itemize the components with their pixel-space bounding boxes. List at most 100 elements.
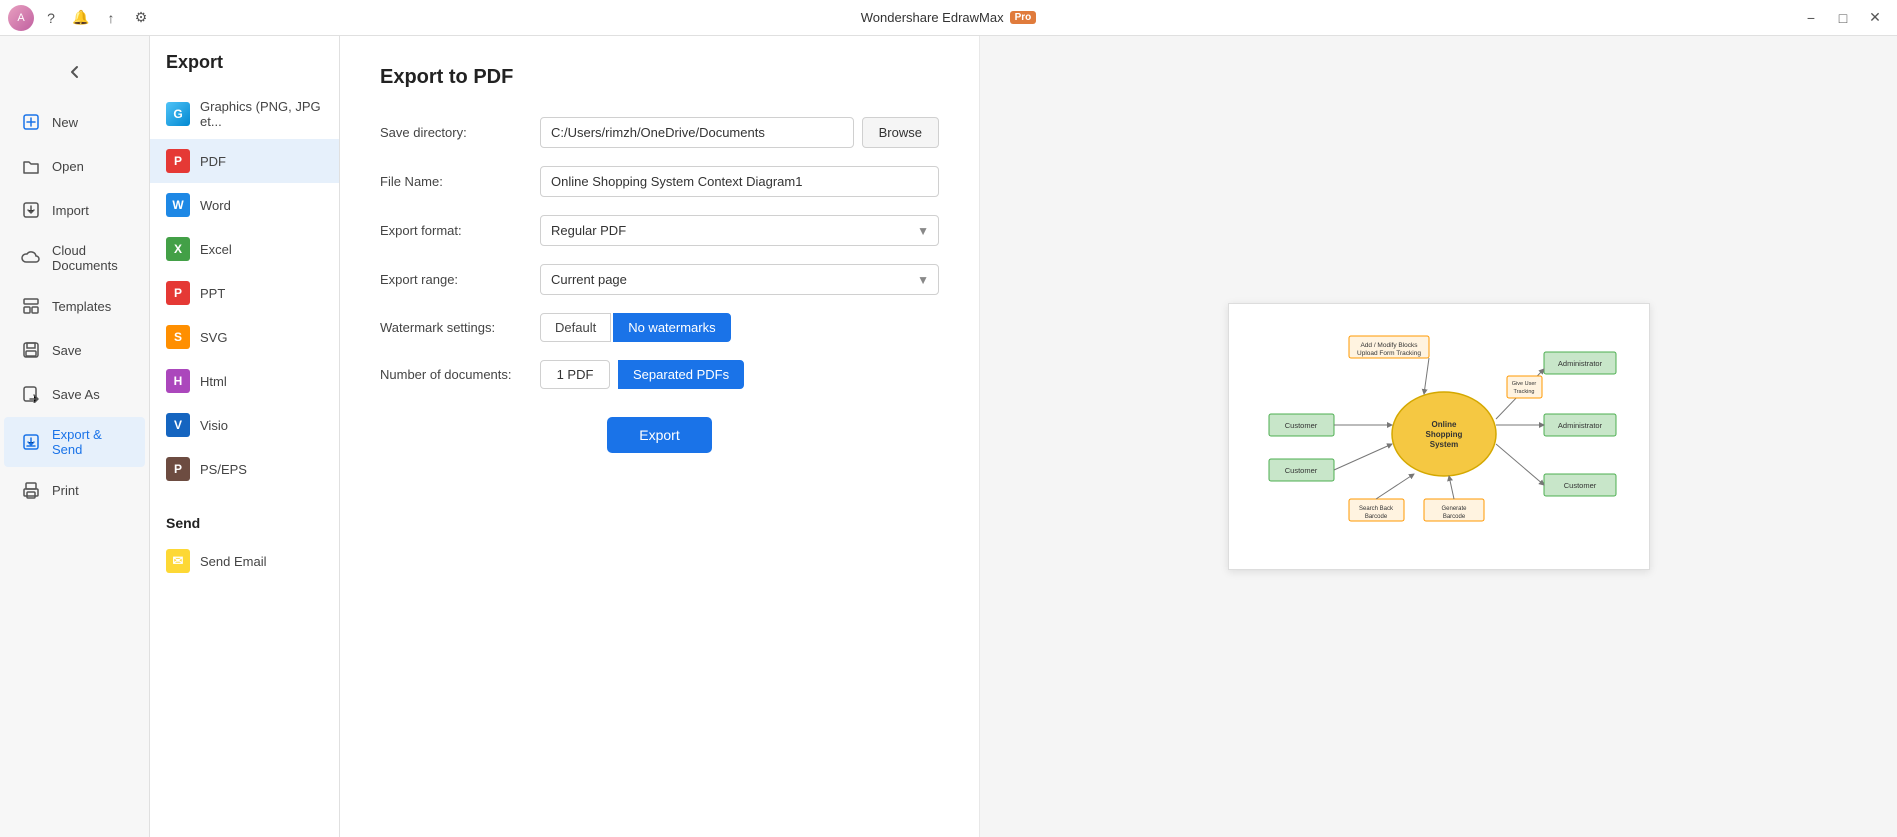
save-directory-row: Save directory: Browse <box>380 117 939 148</box>
export-item-email-label: Send Email <box>200 554 266 569</box>
html-icon: H <box>166 369 190 393</box>
back-button[interactable] <box>55 52 95 92</box>
maximize-button[interactable]: □ <box>1829 4 1857 32</box>
svg-text:Barcode: Barcode <box>1364 514 1387 520</box>
watermark-label: Watermark settings: <box>380 320 540 335</box>
save-directory-field: Browse <box>540 117 939 148</box>
export-item-svg[interactable]: S SVG <box>150 315 339 359</box>
svg-text:Customer: Customer <box>1563 481 1596 490</box>
browse-button[interactable]: Browse <box>862 117 939 148</box>
sidebar-item-cloud-label: Cloud Documents <box>52 243 129 273</box>
avatar: A <box>8 5 34 31</box>
svg-text:Shopping: Shopping <box>1425 430 1462 439</box>
email-icon: ✉ <box>166 549 190 573</box>
export-icon <box>20 431 42 453</box>
graphics-icon: G <box>166 102 190 126</box>
form-panel: Export to PDF Save directory: Browse Fil… <box>340 36 980 837</box>
export-format-row: Export format: Regular PDFPDF/A ▼ <box>380 215 939 246</box>
export-format-field: Regular PDFPDF/A ▼ <box>540 215 939 246</box>
preview-container: Online Shopping System Customer Customer… <box>1228 303 1650 570</box>
export-range-label: Export range: <box>380 272 540 287</box>
sidebar-item-open[interactable]: Open <box>4 145 145 187</box>
ppt-icon: P <box>166 281 190 305</box>
export-item-pdf[interactable]: P PDF <box>150 139 339 183</box>
sidebar-item-export-label: Export & Send <box>52 427 129 457</box>
new-icon <box>20 111 42 133</box>
export-format-label: Export format: <box>380 223 540 238</box>
svg-text:Administrator: Administrator <box>1557 421 1602 430</box>
save-icon <box>20 339 42 361</box>
sidebar-item-new[interactable]: New <box>4 101 145 143</box>
export-list-panel: Export G Graphics (PNG, JPG et... P PDF … <box>150 36 340 837</box>
sidebar-item-templates[interactable]: Templates <box>4 285 145 327</box>
svg-icon: S <box>166 325 190 349</box>
sidebar-item-cloud[interactable]: Cloud Documents <box>4 233 145 283</box>
file-name-input[interactable] <box>540 166 939 197</box>
pseps-icon: P <box>166 457 190 481</box>
visio-icon: V <box>166 413 190 437</box>
doc-count-input[interactable] <box>540 360 610 389</box>
pro-badge: Pro <box>1010 11 1037 24</box>
form-title: Export to PDF <box>380 66 939 89</box>
close-button[interactable]: ✕ <box>1861 4 1889 32</box>
sidebar-item-export[interactable]: Export & Send <box>4 417 145 467</box>
sidebar-item-save-as[interactable]: Save As <box>4 373 145 415</box>
export-item-pseps-label: PS/EPS <box>200 462 247 477</box>
export-range-select[interactable]: Current pageAll pagesCustom <box>540 264 939 295</box>
pdf-icon: P <box>166 149 190 173</box>
open-icon <box>20 155 42 177</box>
titlebar-left: A ? 🔔 ↑ ⚙ <box>8 0 152 35</box>
export-item-email[interactable]: ✉ Send Email <box>150 539 339 583</box>
titlebar-title: Wondershare EdrawMax Pro <box>861 10 1037 25</box>
watermark-default-btn[interactable]: Default <box>540 313 611 342</box>
window-controls: − □ ✕ <box>1797 0 1889 35</box>
save-as-icon <box>20 383 42 405</box>
sidebar-item-save[interactable]: Save <box>4 329 145 371</box>
export-item-html[interactable]: H Html <box>150 359 339 403</box>
export-panel-title: Export <box>150 52 339 89</box>
sidebar-item-print-label: Print <box>52 483 79 498</box>
share-icon[interactable]: ↑ <box>100 7 122 29</box>
content-area: Export to PDF Save directory: Browse Fil… <box>340 36 1897 837</box>
svg-text:Administrator: Administrator <box>1557 359 1602 368</box>
svg-text:Add / Modify Blocks: Add / Modify Blocks <box>1360 342 1418 349</box>
export-item-graphics-label: Graphics (PNG, JPG et... <box>200 99 323 129</box>
doc-separated-btn[interactable]: Separated PDFs <box>618 360 744 389</box>
export-button[interactable]: Export <box>607 417 711 453</box>
export-item-visio[interactable]: V Visio <box>150 403 339 447</box>
notification-icon[interactable]: 🔔 <box>70 7 92 29</box>
svg-text:Upload Form Tracking: Upload Form Tracking <box>1357 350 1421 357</box>
help-icon[interactable]: ? <box>40 7 62 29</box>
doc-count-wrapper: Separated PDFs <box>540 360 939 389</box>
export-item-excel-label: Excel <box>200 242 232 257</box>
export-format-select[interactable]: Regular PDFPDF/A <box>540 215 939 246</box>
sidebar-item-print[interactable]: Print <box>4 469 145 511</box>
export-item-ppt[interactable]: P PPT <box>150 271 339 315</box>
svg-text:System: System <box>1429 440 1457 449</box>
svg-text:Give User: Give User <box>1511 381 1536 387</box>
svg-text:Generate: Generate <box>1441 506 1467 512</box>
export-item-word[interactable]: W Word <box>150 183 339 227</box>
export-item-excel[interactable]: X Excel <box>150 227 339 271</box>
svg-text:Tracking: Tracking <box>1513 389 1534 395</box>
save-directory-input[interactable] <box>540 117 854 148</box>
excel-icon: X <box>166 237 190 261</box>
templates-icon <box>20 295 42 317</box>
settings-icon[interactable]: ⚙ <box>130 7 152 29</box>
sidebar-item-import[interactable]: Import <box>4 189 145 231</box>
minimize-button[interactable]: − <box>1797 4 1825 32</box>
export-item-pseps[interactable]: P PS/EPS <box>150 447 339 491</box>
doc-count-field: Separated PDFs <box>540 360 939 389</box>
word-icon: W <box>166 193 190 217</box>
export-item-pdf-label: PDF <box>200 154 226 169</box>
sidebar-item-save-as-label: Save As <box>52 387 100 402</box>
file-name-label: File Name: <box>380 174 540 189</box>
watermark-field: Default No watermarks <box>540 313 939 342</box>
send-section-title: Send <box>150 499 339 539</box>
sidebar-item-open-label: Open <box>52 159 84 174</box>
cloud-icon <box>20 247 42 269</box>
svg-text:Customer: Customer <box>1284 466 1317 475</box>
watermark-no-btn[interactable]: No watermarks <box>613 313 730 342</box>
export-item-graphics[interactable]: G Graphics (PNG, JPG et... <box>150 89 339 139</box>
titlebar: A ? 🔔 ↑ ⚙ Wondershare EdrawMax Pro − □ ✕ <box>0 0 1897 36</box>
